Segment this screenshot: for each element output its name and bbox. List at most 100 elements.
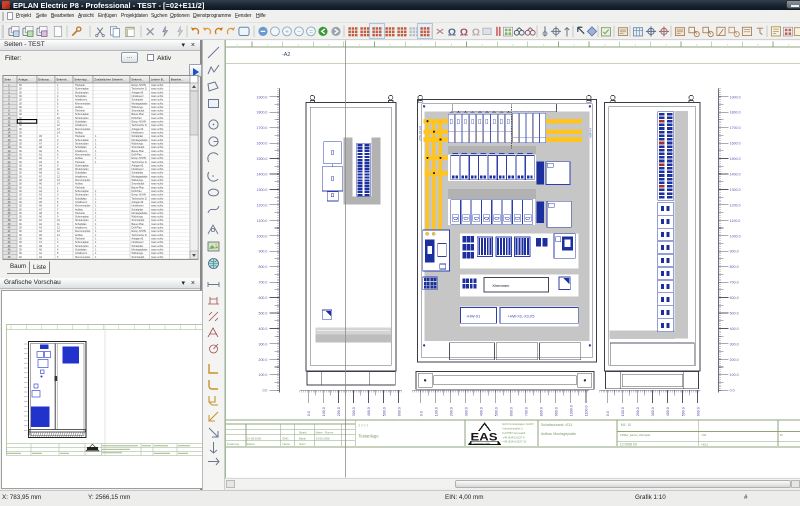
svg-text:Stromlaufpl.: Stromlaufpl. [132, 110, 146, 113]
svg-text:Anlagen-B.: Anlagen-B. [132, 238, 145, 241]
svg-text:=: = [309, 29, 313, 36]
svg-text:marc-schlo: marc-schlo [151, 113, 164, 116]
svg-text:Letzter B...: Letzter B... [151, 78, 166, 82]
svg-text:1300.0: 1300.0 [730, 188, 741, 192]
svg-text:Bauer-Plan: Bauer-Plan [132, 113, 145, 116]
svg-text:EMC: EMC [283, 436, 289, 440]
svg-text:1000.0: 1000.0 [256, 234, 267, 238]
svg-text:marc-schlo: marc-schlo [151, 124, 164, 127]
svg-text:=E11: =E11 [701, 442, 708, 446]
svg-text:Schaltplan: Schaltplan [75, 223, 87, 226]
svg-text:marc-schlo: marc-schlo [151, 190, 164, 193]
svg-text:D-67587 Grunstadt: D-67587 Grunstadt [503, 431, 526, 435]
svg-text:100.0: 100.0 [322, 407, 326, 416]
svg-text:Anlagen-B.: Anlagen-B. [132, 91, 145, 94]
svg-text:Schaltplan: Schaltplan [75, 121, 87, 124]
svg-text:Klemmen: Klemmen [493, 283, 510, 288]
svg-text:Einsp.-NSHV: Einsp.-NSHV [132, 157, 147, 160]
svg-text:800.0: 800.0 [258, 265, 267, 269]
svg-text:Strukturplan: Strukturplan [75, 245, 89, 248]
svg-text:Drill-Plan: Drill-Plan [132, 117, 143, 120]
svg-text:14.06.2008: 14.06.2008 [316, 436, 330, 440]
svg-text:marc-schlo: marc-schlo [151, 194, 164, 197]
svg-text:300.0: 300.0 [651, 407, 655, 416]
svg-text:+: + [285, 29, 289, 36]
svg-text:Schemaplan: Schemaplan [75, 113, 90, 116]
svg-text:Montageplatte: Montageplatte [132, 175, 148, 178]
svg-text:Anlage...: Anlage... [18, 78, 30, 82]
svg-text:marc-schlo: marc-schlo [151, 95, 164, 98]
svg-text:200.0: 200.0 [730, 358, 739, 362]
svg-text:? ? ? ?: ? ? ? ? [358, 424, 368, 428]
svg-text:Klemmenplan: Klemmenplan [75, 179, 91, 182]
svg-text:Inhaltsverz.: Inhaltsverz. [132, 132, 145, 135]
svg-text:Meier - Ronne: Meier - Ronne [316, 430, 334, 434]
svg-text:marc-schlo: marc-schlo [151, 241, 164, 244]
svg-text:marc-schlo: marc-schlo [151, 212, 164, 215]
svg-text:100.0: 100.0 [258, 373, 267, 377]
svg-text:+49 (6343) 6227-10: +49 (6343) 6227-10 [503, 440, 527, 444]
svg-text:Wicklungs.: Wicklungs. [132, 252, 144, 255]
svg-text:300.0: 300.0 [465, 407, 469, 416]
svg-text:Inhaltsverz.: Inhaltsverz. [75, 227, 88, 230]
svg-text:Anlagen-B.: Anlagen-B. [132, 128, 145, 131]
svg-text:1000.0: 1000.0 [730, 234, 741, 238]
svg-text:marc-schlo: marc-schlo [151, 238, 164, 241]
svg-text:Klemmenplan: Klemmenplan [75, 153, 91, 156]
svg-text:500.0: 500.0 [681, 407, 685, 416]
svg-text:800.0: 800.0 [730, 265, 739, 269]
svg-text:Inhaltsverz.: Inhaltsverz. [75, 99, 88, 102]
svg-text:Titelseite: Titelseite [75, 238, 86, 241]
svg-text:700.0: 700.0 [525, 407, 529, 416]
svg-text:200.0: 200.0 [636, 407, 640, 416]
svg-text:200.0: 200.0 [258, 358, 267, 362]
svg-text:1100.0: 1100.0 [257, 219, 268, 223]
svg-text:marc-schlo: marc-schlo [151, 208, 164, 211]
svg-text:Seitentyp...: Seitentyp... [74, 78, 89, 82]
svg-text:1900.0: 1900.0 [730, 95, 741, 99]
svg-text:Zusätzliches Seitenfe...: Zusätzliches Seitenfe... [94, 78, 125, 82]
svg-text:Technische D.: Technische D. [132, 234, 148, 237]
svg-text:Ω: Ω [472, 28, 480, 39]
svg-text:marc-schlo: marc-schlo [151, 135, 164, 138]
svg-text:Bearb: Bearb [299, 430, 307, 434]
svg-text:marc-schlo: marc-schlo [151, 197, 164, 200]
svg-text:+49 (6343) 6227-0: +49 (6343) 6227-0 [503, 435, 526, 439]
svg-text:500.0: 500.0 [258, 311, 267, 315]
svg-text:Seite: Seite [4, 78, 11, 82]
svg-text:100.0: 100.0 [434, 407, 438, 416]
svg-text:Titelseite: Titelseite [75, 212, 86, 215]
svg-text:400.0: 400.0 [480, 407, 484, 416]
svg-text:Blank: Blank [299, 436, 307, 440]
svg-text:Schaltplan: Schaltplan [132, 208, 144, 211]
svg-text:200.0: 200.0 [337, 407, 341, 416]
svg-text:0.0: 0.0 [262, 389, 267, 393]
svg-text:marc-schlo: marc-schlo [151, 183, 164, 186]
svg-text:Klemmenplan: Klemmenplan [75, 128, 91, 131]
svg-text:Strukturplan: Strukturplan [75, 117, 89, 120]
svg-text:Stromlaufpl.: Stromlaufpl. [132, 183, 146, 186]
svg-text:Einsp.-NSHV: Einsp.-NSHV [132, 194, 147, 197]
svg-text:Schaltplan: Schaltplan [75, 197, 87, 200]
svg-text:Klemmenplan: Klemmenplan [75, 102, 91, 105]
svg-text:+HW-X2,-X3,X5: +HW-X2,-X3,X5 [508, 315, 535, 319]
svg-text:Inhaltsverz.: Inhaltsverz. [75, 252, 88, 255]
svg-text:Name: Name [283, 442, 291, 446]
svg-text:Aufbau: Aufbau [75, 183, 84, 186]
svg-text:marc-schlo: marc-schlo [151, 205, 164, 208]
svg-text:Stromlaufpl.: Stromlaufpl. [132, 219, 146, 222]
svg-text:Technische D.: Technische D. [132, 88, 148, 91]
svg-text:marc-schlo: marc-schlo [151, 128, 164, 131]
svg-text:Aufbau: Aufbau [75, 234, 84, 237]
svg-text:0.0: 0.0 [419, 411, 423, 416]
svg-text:700.0: 700.0 [730, 281, 739, 285]
svg-text:Inhaltsverz.: Inhaltsverz. [75, 175, 88, 178]
svg-text:0.0: 0.0 [606, 411, 610, 416]
svg-text:marc-schlo: marc-schlo [151, 150, 164, 153]
svg-text:Schemaplan: Schemaplan [75, 164, 90, 167]
svg-text:Schaltplan: Schaltplan [75, 146, 87, 149]
svg-text:100.0: 100.0 [730, 373, 739, 377]
svg-text:marc-schlo: marc-schlo [151, 219, 164, 222]
svg-text:600.0: 600.0 [397, 407, 401, 416]
svg-text:700.0: 700.0 [258, 281, 267, 285]
